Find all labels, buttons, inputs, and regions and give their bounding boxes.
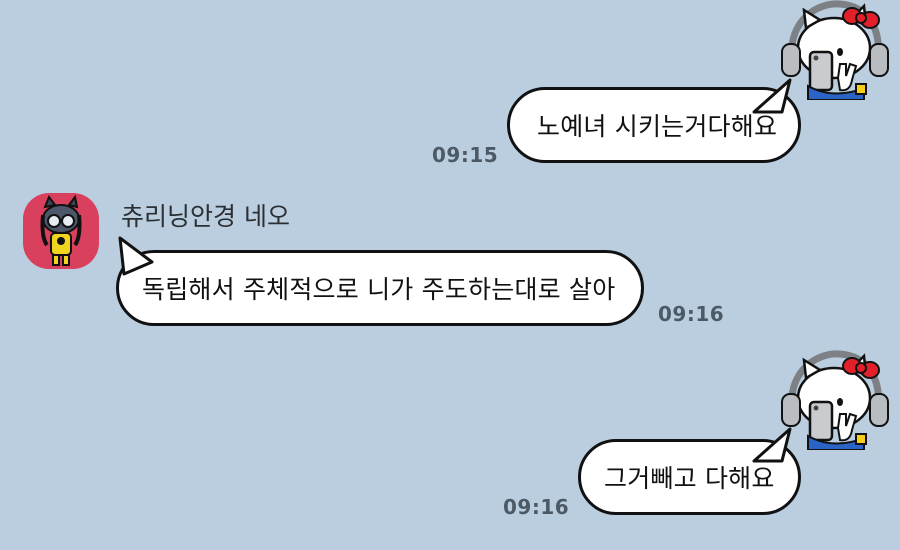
- message-time: 09:16: [658, 302, 725, 326]
- chat-room: 노예녀 시키는거다해요 09:15 츄리닝안경 네오 독립해서 주체적으로 니가…: [0, 0, 900, 550]
- message-bubble-incoming[interactable]: 독립해서 주체적으로 니가 주도하는대로 살아: [116, 250, 644, 326]
- message-text: 독립해서 주체적으로 니가 주도하는대로 살아: [142, 275, 616, 304]
- message-text: 노예녀 시키는거다해요: [537, 112, 778, 141]
- message-text: 그거빼고 다해요: [604, 464, 775, 493]
- message-time: 09:15: [432, 143, 499, 167]
- message-time: 09:16: [503, 495, 570, 519]
- friend-avatar-neo-icon[interactable]: [23, 193, 99, 269]
- sender-name: 츄리닝안경 네오: [121, 202, 290, 231]
